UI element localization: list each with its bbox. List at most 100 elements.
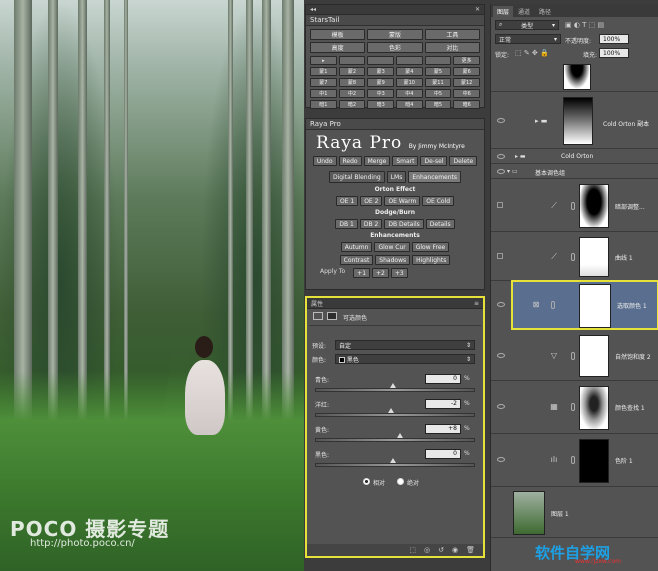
starstail-small-button[interactable]: 中5 <box>424 89 452 98</box>
starstail-small-button[interactable]: 暗1 <box>310 100 337 109</box>
eye-icon[interactable] <box>497 169 505 174</box>
glow-free-button[interactable]: Glow Free <box>411 242 450 252</box>
eye-icon[interactable] <box>497 118 505 123</box>
starstail-contrast-button[interactable]: 对比 <box>424 42 480 53</box>
db-details-button[interactable]: DB Details <box>384 219 424 229</box>
fill-input[interactable]: 100% <box>599 48 629 58</box>
starstail-small-button[interactable]: 暗4 <box>395 100 423 109</box>
db1-button[interactable]: DB 1 <box>335 219 358 229</box>
oe2-button[interactable]: OE 2 <box>360 196 383 206</box>
tab-enhancements[interactable]: Enhancements <box>408 171 462 183</box>
black-input[interactable]: 0 <box>425 449 461 459</box>
trash-icon[interactable]: 🗑 <box>466 546 475 554</box>
starstail-small-button[interactable]: 暗3 <box>367 100 394 109</box>
black-slider[interactable] <box>315 463 475 467</box>
starstail-small-button[interactable]: 暗5 <box>424 100 452 109</box>
magenta-slider[interactable] <box>315 413 475 417</box>
clip-icon[interactable]: ⬚ <box>409 546 416 554</box>
merge-button[interactable]: Merge <box>363 156 391 166</box>
preset-select[interactable]: 自定 ⇕ <box>335 340 475 350</box>
starstail-small-button[interactable]: 蒙5 <box>424 67 452 76</box>
layer-row[interactable]: 图层 1 <box>491 488 658 538</box>
starstail-small-button[interactable]: 更多 <box>453 56 480 65</box>
visibility-box[interactable] <box>497 253 503 259</box>
eye-icon[interactable] <box>497 154 505 159</box>
yellow-input[interactable]: +8 <box>425 424 461 434</box>
starstail-small-button[interactable]: 蒙8 <box>338 78 366 87</box>
cyan-input[interactable]: 0 <box>425 374 461 384</box>
starstail-small-button[interactable] <box>367 56 394 65</box>
highlights-button[interactable]: Highlights <box>412 255 451 265</box>
eye-icon[interactable] <box>497 353 505 358</box>
apply-3-button[interactable]: +3 <box>390 268 408 278</box>
starstail-small-button[interactable]: ▸ <box>310 56 337 65</box>
view-previous-icon[interactable]: ◎ <box>424 546 430 554</box>
cyan-slider[interactable] <box>315 388 475 392</box>
absolute-radio[interactable] <box>397 478 404 485</box>
eye-icon[interactable] <box>497 404 505 409</box>
mask-icon[interactable] <box>327 312 337 320</box>
relative-radio[interactable] <box>363 478 370 485</box>
starstail-color-button[interactable]: 色彩 <box>367 42 423 53</box>
starstail-small-button[interactable]: 中3 <box>367 89 394 98</box>
starstail-small-button[interactable]: 蒙10 <box>395 78 423 87</box>
starstail-mask-button[interactable]: 蒙版 <box>367 29 423 40</box>
contrast-button[interactable]: Contrast <box>339 255 374 265</box>
cyan-slider-thumb[interactable] <box>390 383 396 388</box>
shadows-button[interactable]: Shadows <box>375 255 411 265</box>
autumn-button[interactable]: Autumn <box>340 242 373 252</box>
kind-filter-select[interactable]: ⌕ 类型 ▾ <box>495 20 559 30</box>
desel-button[interactable]: De-sel <box>420 156 448 166</box>
tab-layers[interactable]: 图层 <box>493 6 514 17</box>
tab-digital-blending[interactable]: Digital Blending <box>328 171 385 183</box>
starstail-small-button[interactable]: 中1 <box>310 89 337 98</box>
starstail-small-button[interactable] <box>395 56 423 65</box>
magenta-slider-thumb[interactable] <box>388 408 394 413</box>
magenta-input[interactable]: -2 <box>425 399 461 409</box>
layer-row[interactable]: ⟋ 暗部调整... <box>491 180 658 232</box>
starstail-small-button[interactable]: 蒙4 <box>395 67 423 76</box>
starstail-small-button[interactable]: 蒙11 <box>424 78 452 87</box>
starstail-height-button[interactable]: 高度 <box>310 42 366 53</box>
redo-button[interactable]: Redo <box>338 156 362 166</box>
eye-icon[interactable] <box>497 302 505 307</box>
oe1-button[interactable]: OE 1 <box>335 196 359 206</box>
photo-canvas[interactable]: POCO 摄影专题 http://photo.poco.cn/ <box>0 0 304 571</box>
apply-1-button[interactable]: +1 <box>353 268 371 278</box>
undo-button[interactable]: Undo <box>312 156 337 166</box>
starstail-small-button[interactable]: 蒙2 <box>338 67 366 76</box>
layer-row[interactable]: ▽ 自然饱和度 2 <box>491 331 658 381</box>
starstail-template-button[interactable]: 模板 <box>310 29 366 40</box>
glow-cur-button[interactable]: Glow Cur <box>374 242 410 252</box>
tab-lms[interactable]: LMs <box>386 171 407 183</box>
oe-cold-button[interactable]: OE Cold <box>422 196 455 206</box>
layer-row[interactable]: ⟋ 曲线 1 <box>491 233 658 281</box>
blend-mode-select[interactable]: 正常 ▾ <box>495 34 561 44</box>
starstail-tool-button[interactable]: 工具 <box>424 29 480 40</box>
starstail-small-button[interactable]: 暗6 <box>453 100 480 109</box>
opacity-input[interactable]: 100% <box>599 34 629 44</box>
yellow-slider[interactable] <box>315 438 475 442</box>
reset-icon[interactable]: ↺ <box>438 546 444 554</box>
panel-menu-icon[interactable]: ≡ <box>474 300 479 307</box>
lock-icons[interactable]: ⬚ ✎ ✥ 🔒 <box>515 49 549 57</box>
starstail-small-button[interactable]: 暗2 <box>338 100 366 109</box>
starstail-small-button[interactable]: 蒙3 <box>367 67 394 76</box>
group-row[interactable]: ▸ ▬ Cold Orton <box>491 150 658 164</box>
layer-row[interactable]: ▸ ▬ Cold Orton 副本 <box>491 93 658 149</box>
yellow-slider-thumb[interactable] <box>397 433 403 438</box>
visibility-box[interactable] <box>497 202 503 208</box>
apply-2-button[interactable]: +2 <box>372 268 389 278</box>
starstail-small-button[interactable]: 蒙6 <box>453 67 480 76</box>
eye-icon[interactable] <box>497 457 505 462</box>
delete-button[interactable]: Delete <box>449 156 478 166</box>
starstail-small-button[interactable]: 蒙1 <box>310 67 337 76</box>
starstail-small-button[interactable]: 中6 <box>453 89 480 98</box>
starstail-small-button[interactable]: 蒙9 <box>367 78 394 87</box>
group-row[interactable]: ▾ ▭ 基本调色组 <box>491 165 658 179</box>
starstail-small-button[interactable] <box>424 56 452 65</box>
visibility-icon[interactable]: ◉ <box>452 546 458 554</box>
smart-button[interactable]: Smart <box>392 156 419 166</box>
black-slider-thumb[interactable] <box>390 458 396 463</box>
layer-row[interactable]: ▦ 颜色查找 1 <box>491 382 658 434</box>
